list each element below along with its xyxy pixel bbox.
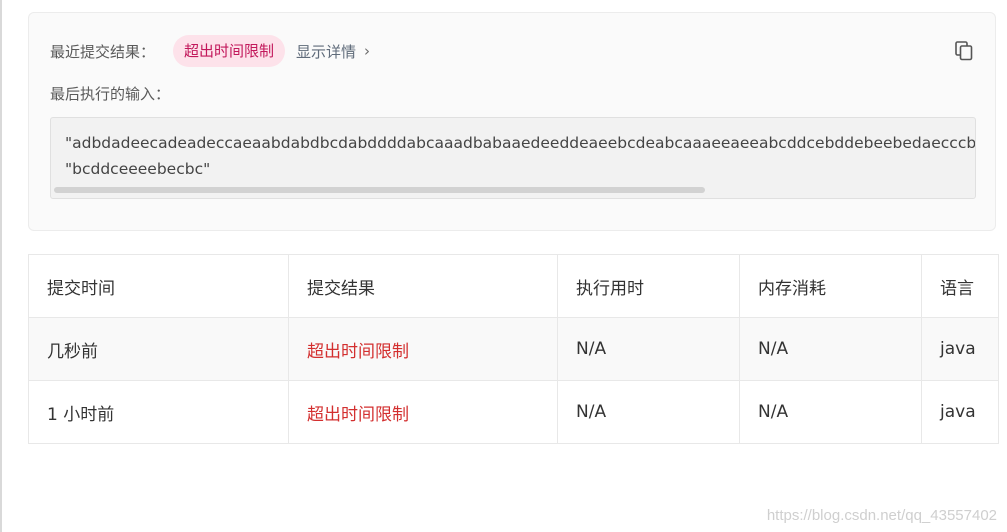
last-input-label: 最后执行的输入： [50, 85, 171, 103]
cell-memory: N/A [739, 380, 922, 444]
cell-time: 几秒前 [28, 317, 289, 381]
cell-memory: N/A [739, 317, 922, 381]
header-memory: 内存消耗 [739, 254, 922, 318]
header-submit-result: 提交结果 [288, 254, 558, 318]
show-details-link[interactable]: 显示详情 › [296, 41, 370, 62]
cell-language: java [921, 380, 999, 444]
cell-result: 超出时间限制 [288, 317, 558, 381]
input-line: "adbdadeecadeadeccaeaabdabdbcdabddddabca… [65, 134, 976, 152]
input-line: "bcddceeeebecbc" [65, 160, 211, 178]
cell-time: 1 小时前 [28, 380, 289, 444]
table-row: 几秒前 超出时间限制 N/A N/A java [28, 317, 999, 381]
result-panel: 最近提交结果： 超出时间限制 显示详情 › 最后执行的输入： "adbdadee… [28, 12, 996, 231]
result-link[interactable]: 超出时间限制 [307, 405, 409, 425]
header-runtime: 执行用时 [557, 254, 740, 318]
cell-runtime: N/A [557, 317, 740, 381]
last-input-box[interactable]: "adbdadeecadeadeccaeaabdabdbcdabddddabca… [50, 117, 976, 199]
cell-result: 超出时间限制 [288, 380, 558, 444]
chevron-right-icon: › [364, 42, 371, 60]
copy-icon[interactable] [955, 41, 973, 61]
submissions-table: 提交时间 提交结果 执行用时 内存消耗 语言 几秒前 超出时间限制 N/A N/… [28, 254, 999, 444]
result-link[interactable]: 超出时间限制 [307, 342, 409, 362]
table-row: 1 小时前 超出时间限制 N/A N/A java [28, 380, 999, 444]
cell-runtime: N/A [557, 380, 740, 444]
left-border [0, 0, 2, 532]
header-submit-time: 提交时间 [28, 254, 289, 318]
table-header-row: 提交时间 提交结果 执行用时 内存消耗 语言 [28, 254, 999, 318]
cell-language: java [921, 317, 999, 381]
header-language: 语言 [921, 254, 999, 318]
horizontal-scrollbar[interactable] [54, 187, 705, 193]
recent-result-label: 最近提交结果： [50, 42, 156, 61]
status-badge: 超出时间限制 [173, 35, 286, 67]
recent-result-row: 最近提交结果： 超出时间限制 显示详情 › [50, 35, 370, 67]
show-details-label: 显示详情 [296, 42, 357, 61]
input-lines: "adbdadeecadeadeccaeaabdabdbcdabddddabca… [65, 130, 976, 182]
watermark: https://blog.csdn.net/qq_43557402 [766, 507, 997, 524]
